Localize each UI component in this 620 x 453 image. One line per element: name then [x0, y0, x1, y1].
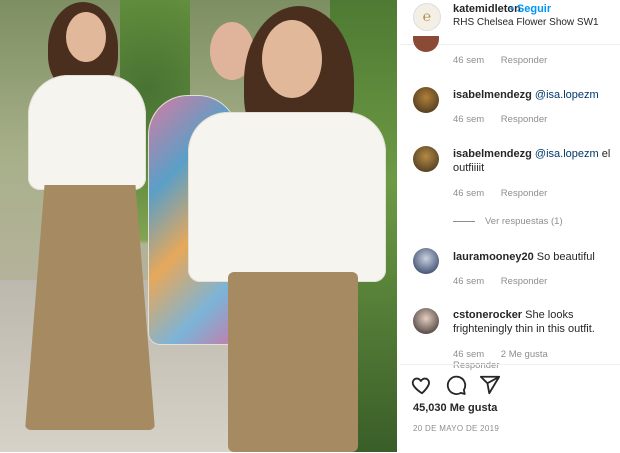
- comment-meta: 46 sem Responder: [453, 276, 561, 287]
- photo-figure-left-shirt: [28, 75, 146, 190]
- comment-text: So beautiful: [536, 251, 595, 263]
- photo-figure-right-face: [262, 20, 322, 98]
- comment-body: isabelmendezg @isa.lopezm el outfiiiit: [453, 147, 618, 175]
- comment-time: 46 sem: [453, 55, 485, 66]
- comment-time: 46 sem: [453, 349, 485, 360]
- comment-username[interactable]: lauramooney20: [453, 251, 534, 263]
- comment-mention[interactable]: @isa.lopezm: [535, 148, 599, 160]
- comment-body: cstonerocker She looks frighteningly thi…: [453, 308, 618, 336]
- comment-time: 46 sem: [453, 114, 485, 125]
- comment-meta: 46 sem Responder: [453, 188, 561, 199]
- reply-button[interactable]: Responder: [501, 276, 547, 287]
- post-photo[interactable]: [0, 0, 400, 452]
- comment-time: 46 sem: [453, 188, 485, 199]
- heart-icon[interactable]: [411, 374, 433, 396]
- comment-username[interactable]: isabelmendezg: [453, 89, 532, 101]
- comment-avatar[interactable]: [413, 146, 439, 172]
- comment-meta: 46 sem Responder: [453, 55, 561, 66]
- reply-button[interactable]: Responder: [501, 55, 547, 66]
- comment-time: 46 sem: [453, 276, 485, 287]
- replies-dash: [453, 220, 475, 222]
- comment-body: isabelmendezg @isa.lopezm: [453, 88, 618, 102]
- follow-button[interactable]: • Seguir: [510, 3, 551, 15]
- post-actions: 45,030 Me gusta 20 DE MAYO DE 2019: [400, 364, 620, 453]
- comment-avatar[interactable]: [413, 87, 439, 113]
- comment-avatar[interactable]: [413, 308, 439, 334]
- reply-button[interactable]: Responder: [501, 114, 547, 125]
- photo-figure-right-trousers: [228, 272, 358, 452]
- reply-button[interactable]: Responder: [501, 188, 547, 199]
- comment-likes[interactable]: 2 Me gusta: [501, 349, 548, 360]
- view-replies-label: Ver respuestas (1): [485, 216, 563, 227]
- comment-mention[interactable]: @isa.lopezm: [535, 89, 599, 101]
- profile-avatar[interactable]: ℮: [413, 3, 441, 31]
- photo-figure-left-trousers: [25, 185, 155, 430]
- comment-avatar[interactable]: [413, 248, 439, 274]
- comment-username[interactable]: isabelmendezg: [453, 148, 532, 160]
- comment-icon[interactable]: [445, 374, 467, 396]
- comment-username[interactable]: cstonerocker: [453, 309, 522, 321]
- post-date: 20 DE MAYO DE 2019: [413, 424, 500, 433]
- likes-count[interactable]: 45,030 Me gusta: [413, 402, 497, 414]
- comment-meta: 46 sem Responder: [453, 114, 561, 125]
- photo-figure-right-shirt: [188, 112, 386, 282]
- view-replies-button[interactable]: Ver respuestas (1): [453, 216, 563, 227]
- photo-figure-left-face: [66, 12, 106, 62]
- comment-body: lauramooney20 So beautiful: [453, 250, 618, 264]
- share-icon[interactable]: [479, 374, 501, 396]
- location-link[interactable]: RHS Chelsea Flower Show SW1: [453, 17, 599, 28]
